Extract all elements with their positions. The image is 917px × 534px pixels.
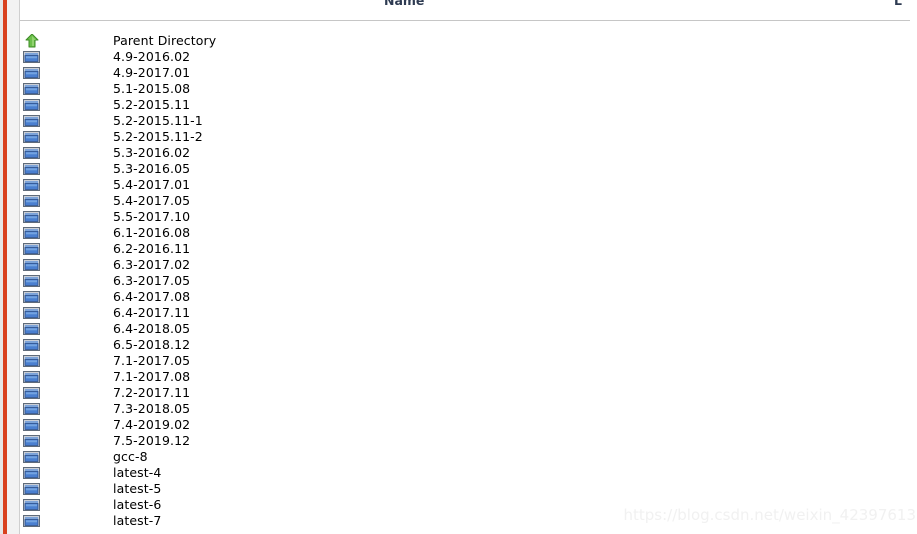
listing-entry-link[interactable]: 6.4-2018.05	[113, 321, 190, 337]
header-divider-rule	[20, 20, 910, 21]
listing-row[interactable]: 7.3-2018.05	[20, 401, 917, 417]
folder-icon	[22, 418, 42, 432]
listing-entry-link[interactable]: 4.9-2017.01	[113, 65, 190, 81]
column-header-row: Name L	[20, 0, 917, 11]
folder-icon	[22, 450, 42, 464]
listing-entry-link[interactable]: 5.3-2016.02	[113, 145, 190, 161]
column-header-name[interactable]: Name	[384, 0, 424, 9]
folder-icon	[22, 82, 42, 96]
listing-row[interactable]: 5.2-2015.11-1	[20, 113, 917, 129]
listing-row[interactable]: latest-5	[20, 481, 917, 497]
file-listing: Parent Directory 4.9-2016.02 4.9-2017.01 5.…	[20, 33, 917, 529]
listing-entry-link[interactable]: 7.2-2017.11	[113, 385, 190, 401]
listing-row[interactable]: 6.4-2017.11	[20, 305, 917, 321]
listing-entry-link[interactable]: 5.2-2015.11-1	[113, 113, 203, 129]
listing-entry-link[interactable]: 5.1-2015.08	[113, 81, 190, 97]
listing-row[interactable]: 6.5-2018.12	[20, 337, 917, 353]
folder-icon	[22, 162, 42, 176]
listing-row[interactable]: 5.2-2015.11	[20, 97, 917, 113]
listing-entry-link[interactable]: 7.1-2017.05	[113, 353, 190, 369]
listing-row[interactable]: 7.2-2017.11	[20, 385, 917, 401]
listing-row[interactable]: 5.2-2015.11-2	[20, 129, 917, 145]
folder-icon	[22, 434, 42, 448]
listing-entry-link[interactable]: latest-6	[113, 497, 161, 513]
listing-row[interactable]: latest-4	[20, 465, 917, 481]
listing-entry-link[interactable]: 6.4-2017.08	[113, 289, 190, 305]
listing-entry-link[interactable]: 6.3-2017.02	[113, 257, 190, 273]
folder-icon	[22, 514, 42, 528]
listing-row[interactable]: 5.1-2015.08	[20, 81, 917, 97]
column-header-last-modified[interactable]: L	[894, 0, 902, 9]
listing-row[interactable]: 5.3-2016.02	[20, 145, 917, 161]
listing-row[interactable]: Parent Directory	[20, 33, 917, 49]
directory-listing-page: Name L Parent Directory 4.9-2016.02 4.9-20…	[20, 0, 917, 534]
folder-icon	[22, 194, 42, 208]
folder-icon	[22, 274, 42, 288]
folder-icon	[22, 114, 42, 128]
parent-directory-icon	[22, 34, 42, 48]
folder-icon	[22, 130, 42, 144]
listing-entry-link[interactable]: 6.5-2018.12	[113, 337, 190, 353]
listing-row[interactable]: 7.4-2019.02	[20, 417, 917, 433]
folder-icon	[22, 466, 42, 480]
listing-entry-link[interactable]: 4.9-2016.02	[113, 49, 190, 65]
folder-icon	[22, 50, 42, 64]
listing-entry-link[interactable]: Parent Directory	[113, 33, 216, 49]
folder-icon	[22, 386, 42, 400]
listing-entry-link[interactable]: 5.2-2015.11	[113, 97, 190, 113]
listing-entry-link[interactable]: 7.5-2019.12	[113, 433, 190, 449]
listing-entry-link[interactable]: 5.4-2017.01	[113, 177, 190, 193]
listing-entry-link[interactable]: 6.3-2017.05	[113, 273, 190, 289]
listing-row[interactable]: 6.3-2017.05	[20, 273, 917, 289]
listing-entry-link[interactable]: latest-4	[113, 465, 161, 481]
listing-row[interactable]: 7.1-2017.08	[20, 369, 917, 385]
listing-row[interactable]: 5.4-2017.05	[20, 193, 917, 209]
folder-icon	[22, 178, 42, 192]
folder-icon	[22, 322, 42, 336]
listing-row[interactable]: gcc-8	[20, 449, 917, 465]
listing-entry-link[interactable]: 5.2-2015.11-2	[113, 129, 203, 145]
listing-entry-link[interactable]: 7.4-2019.02	[113, 417, 190, 433]
listing-entry-link[interactable]: 5.4-2017.05	[113, 193, 190, 209]
listing-row[interactable]: 6.1-2016.08	[20, 225, 917, 241]
listing-row[interactable]: 5.3-2016.05	[20, 161, 917, 177]
listing-entry-link[interactable]: 6.2-2016.11	[113, 241, 190, 257]
listing-entry-link[interactable]: 6.4-2017.11	[113, 305, 190, 321]
listing-entry-link[interactable]: 5.3-2016.05	[113, 161, 190, 177]
folder-icon	[22, 402, 42, 416]
folder-icon	[22, 242, 42, 256]
listing-row[interactable]: 6.4-2017.08	[20, 289, 917, 305]
folder-icon	[22, 306, 42, 320]
listing-row[interactable]: 4.9-2016.02	[20, 49, 917, 65]
listing-entry-link[interactable]: 7.1-2017.08	[113, 369, 190, 385]
listing-entry-link[interactable]: gcc-8	[113, 449, 148, 465]
folder-icon	[22, 338, 42, 352]
folder-icon	[22, 498, 42, 512]
folder-icon	[22, 290, 42, 304]
listing-row[interactable]: 6.3-2017.02	[20, 257, 917, 273]
folder-icon	[22, 226, 42, 240]
listing-entry-link[interactable]: 5.5-2017.10	[113, 209, 190, 225]
folder-icon	[22, 66, 42, 80]
folder-icon	[22, 370, 42, 384]
listing-row[interactable]: 4.9-2017.01	[20, 65, 917, 81]
listing-entry-link[interactable]: latest-5	[113, 481, 161, 497]
listing-row[interactable]: 7.1-2017.05	[20, 353, 917, 369]
folder-icon	[22, 482, 42, 496]
listing-row[interactable]: 5.4-2017.01	[20, 177, 917, 193]
listing-row[interactable]: 5.5-2017.10	[20, 209, 917, 225]
listing-row[interactable]: 6.2-2016.11	[20, 241, 917, 257]
listing-row[interactable]: 6.4-2018.05	[20, 321, 917, 337]
listing-row[interactable]: 7.5-2019.12	[20, 433, 917, 449]
listing-entry-link[interactable]: 6.1-2016.08	[113, 225, 190, 241]
watermark-text: https://blog.csdn.net/weixin_42397613	[623, 506, 916, 524]
folder-icon	[22, 146, 42, 160]
folder-icon	[22, 354, 42, 368]
folder-icon	[22, 210, 42, 224]
folder-icon	[22, 258, 42, 272]
folder-icon	[22, 98, 42, 112]
listing-entry-link[interactable]: 7.3-2018.05	[113, 401, 190, 417]
listing-entry-link[interactable]: latest-7	[113, 513, 161, 529]
